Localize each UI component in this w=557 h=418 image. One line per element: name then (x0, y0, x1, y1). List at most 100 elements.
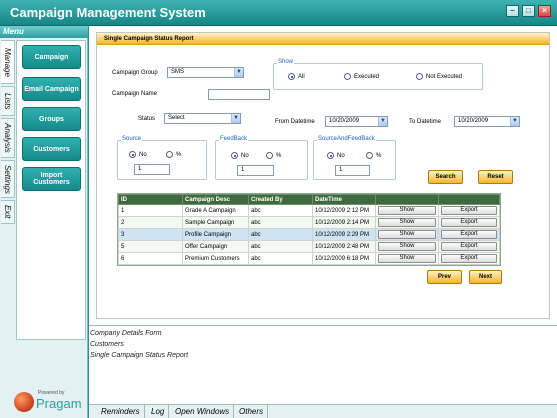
export-button[interactable]: Export (441, 254, 497, 263)
show-not-executed-label: Not Executed (426, 73, 463, 80)
export-button[interactable]: Export (441, 218, 497, 227)
cell-show: Show (375, 228, 439, 241)
status-select[interactable]: Select ▼ (164, 113, 241, 124)
radio-icon (416, 73, 423, 80)
customers-button[interactable]: Customers (22, 137, 81, 161)
reset-button[interactable]: Reset (478, 170, 513, 184)
cell-created-by: abc (248, 240, 313, 253)
tab-manage[interactable]: Manage (1, 40, 15, 84)
source-feedback-no-label: No (337, 152, 345, 159)
show-button[interactable]: Show (378, 230, 436, 239)
tab-settings[interactable]: Settings (1, 160, 15, 198)
campaign-group-label: Campaign Group (112, 70, 158, 76)
show-button[interactable]: Show (378, 254, 436, 263)
status-label: Status (138, 116, 156, 122)
cell-show: Show (375, 240, 439, 253)
window-controls: – □ × (506, 5, 551, 17)
table-row[interactable]: 2 Sample Campaign abc 10/12/2009 2:14 PM Sho… (118, 216, 500, 229)
prev-button[interactable]: Prev (427, 270, 462, 284)
tab-exit-label: Exit (3, 205, 12, 219)
tab-reminders[interactable]: Reminders (97, 405, 145, 418)
chevron-down-icon: ▼ (234, 68, 243, 77)
export-button[interactable]: Export (441, 242, 497, 251)
radio-icon (366, 152, 373, 159)
show-not-executed-radio[interactable]: Not Executed (416, 73, 462, 80)
from-datetime-picker[interactable]: 10/20/2009 ▼ (325, 116, 388, 127)
show-button[interactable]: Show (378, 242, 436, 251)
show-group: Show All Executed Not Executed (273, 59, 483, 90)
close-icon[interactable]: × (538, 5, 551, 17)
table-row[interactable]: 5 Offer Campaign abc 10/12/2009 2:48 PM Show… (118, 240, 500, 253)
chevron-down-icon: ▼ (378, 117, 387, 126)
feedback-no-radio[interactable]: No (231, 152, 249, 159)
cell-export: Export (438, 216, 500, 229)
tab-analysis[interactable]: Analysis (1, 118, 15, 158)
cell-datetime: 10/12/2009 2:14 PM (312, 216, 376, 229)
feedback-no-label: No (241, 152, 249, 159)
import-customers-button[interactable]: Import Customers (22, 167, 81, 191)
radio-selected-icon (231, 152, 238, 159)
source-no-radio[interactable]: No (129, 151, 147, 158)
campaign-name-input[interactable] (208, 89, 270, 100)
col-datetime[interactable]: DateTime (312, 194, 376, 205)
tab-others[interactable]: Others (235, 405, 269, 418)
menu-header: Menu (0, 26, 88, 38)
feedback-pct-radio[interactable]: % (266, 152, 281, 159)
maximize-icon[interactable]: □ (522, 5, 535, 17)
cell-export: Export (438, 240, 500, 253)
email-campaign-button[interactable]: Email Campaign (22, 77, 81, 101)
source-feedback-value-input[interactable]: 1 (335, 165, 370, 176)
cell-datetime: 10/12/2009 2:48 PM (312, 240, 376, 253)
cell-id: 5 (118, 240, 183, 253)
next-button[interactable]: Next (469, 270, 502, 284)
chevron-down-icon: ▼ (510, 117, 519, 126)
col-id[interactable]: ID (118, 194, 183, 205)
groups-button[interactable]: Groups (22, 107, 81, 131)
cell-campaign-desc: Premium Customers (182, 252, 249, 265)
source-feedback-pct-radio[interactable]: % (366, 152, 381, 159)
show-group-title: Show (277, 59, 295, 65)
cell-export: Export (438, 252, 500, 265)
to-datetime-picker[interactable]: 10/20/2009 ▼ (454, 116, 520, 127)
campaign-button[interactable]: Campaign (22, 45, 81, 69)
source-value-input[interactable]: 1 (134, 164, 170, 175)
menu-panel: Campaign Email Campaign Groups Customers… (16, 40, 86, 340)
tab-open-windows[interactable]: Open Windows (171, 405, 235, 418)
cell-show: Show (375, 216, 439, 229)
show-executed-radio[interactable]: Executed (344, 73, 379, 80)
feedback-value-input[interactable]: 1 (237, 165, 274, 176)
table-row[interactable]: 1 Grade A Campaign abc 10/12/2009 2:12 PM Sh… (118, 204, 500, 217)
export-button[interactable]: Export (441, 206, 497, 215)
minimize-icon[interactable]: – (506, 5, 519, 17)
show-button[interactable]: Show (378, 218, 436, 227)
campaign-group-select[interactable]: SMS ▼ (167, 67, 244, 78)
source-title: Source (121, 136, 143, 142)
tab-exit[interactable]: Exit (1, 200, 15, 224)
table-row[interactable]: 3 Profile Campaign abc 10/12/2009 2:29 PM Sh… (118, 228, 500, 241)
source-pct-radio[interactable]: % (166, 151, 181, 158)
cell-datetime: 10/12/2009 2:29 PM (312, 228, 376, 241)
tab-analysis-label: Analysis (3, 123, 12, 153)
table-row[interactable]: 6 Premium Customers abc 10/12/2009 6:18 PM S… (118, 252, 500, 265)
feedback-group: FeedBack No % 1 (215, 136, 308, 180)
cell-created-by: abc (248, 228, 313, 241)
show-executed-label: Executed (354, 73, 380, 80)
radio-selected-icon (129, 151, 136, 158)
col-campaign-desc[interactable]: Campaign Desc (182, 194, 249, 205)
tab-lists[interactable]: Lists (1, 86, 15, 116)
search-button[interactable]: Search (428, 170, 463, 184)
show-all-radio[interactable]: All (288, 73, 305, 80)
to-datetime-value: 10/20/2009 (458, 118, 489, 124)
log-line: Customers (90, 341, 124, 348)
col-created-by[interactable]: Created By (248, 194, 313, 205)
source-no-label: No (139, 151, 147, 158)
cell-datetime: 10/12/2009 6:18 PM (312, 252, 376, 265)
radio-selected-icon (288, 73, 295, 80)
source-feedback-no-radio[interactable]: No (327, 152, 345, 159)
tab-settings-label: Settings (3, 164, 12, 194)
export-button[interactable]: Export (441, 230, 497, 239)
radio-icon (344, 73, 351, 80)
show-button[interactable]: Show (378, 206, 436, 215)
tab-log[interactable]: Log (147, 405, 170, 418)
cell-id: 2 (118, 216, 183, 229)
